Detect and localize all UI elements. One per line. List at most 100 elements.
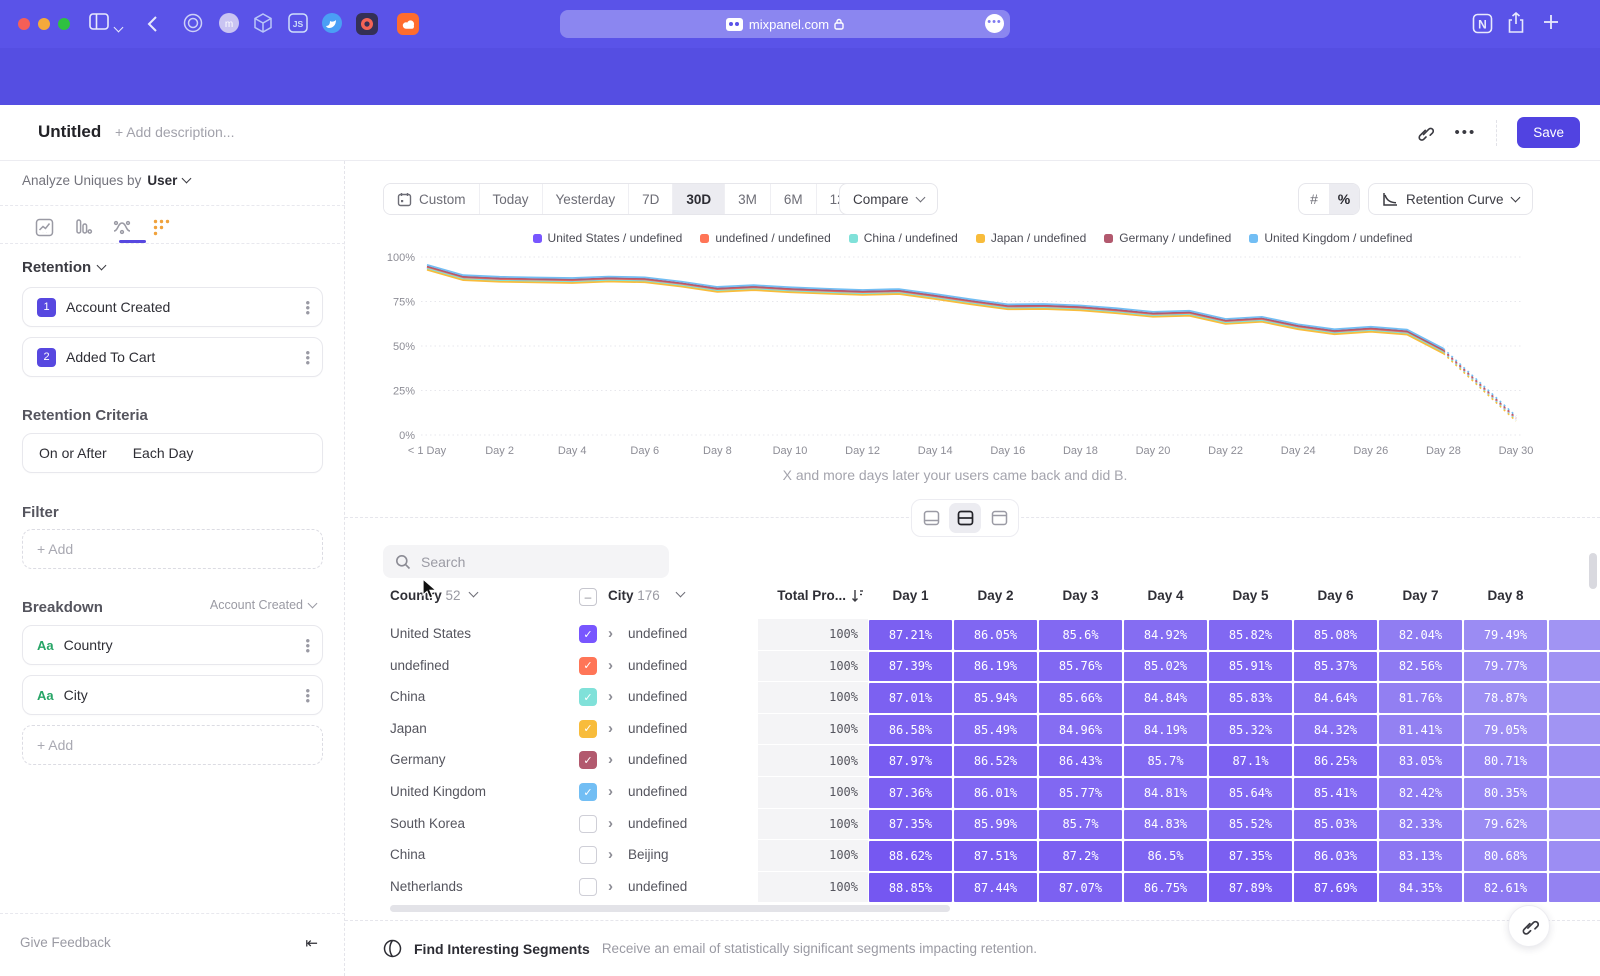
- chart-type-selector[interactable]: Retention Curve: [1368, 183, 1533, 215]
- breakdown-scope-control[interactable]: Account Created: [210, 598, 316, 612]
- vertical-scrollbar[interactable]: [1589, 553, 1597, 589]
- day-column-header[interactable]: Day 8: [1464, 588, 1547, 603]
- retention-cell[interactable]: 84.32%: [1294, 715, 1377, 745]
- split-view-toggle[interactable]: [949, 503, 981, 533]
- day-column-header[interactable]: Day 6: [1294, 588, 1377, 603]
- retention-cell[interactable]: 85.94%: [954, 683, 1037, 713]
- city-cell[interactable]: undefined: [628, 816, 687, 831]
- retention-cell[interactable]: 85.6%: [1039, 620, 1122, 650]
- retention-cell[interactable]: 81.41%: [1379, 715, 1462, 745]
- format-percent-option[interactable]: %: [1329, 184, 1359, 214]
- retention-cell[interactable]: 80.68%: [1464, 841, 1547, 871]
- city-cell[interactable]: undefined: [628, 721, 687, 736]
- tab-flows[interactable]: [108, 213, 136, 241]
- step-options-icon[interactable]: •••: [305, 350, 310, 365]
- retention-cell[interactable]: 82.61%: [1464, 873, 1547, 903]
- cube-extension-icon[interactable]: [252, 12, 274, 34]
- retention-cell[interactable]: 84.84%: [1124, 683, 1207, 713]
- expand-row-icon[interactable]: ›: [608, 688, 613, 705]
- retention-cell[interactable]: 86.01%: [954, 778, 1037, 808]
- retention-cell[interactable]: 88.85%: [869, 873, 952, 903]
- country-cell[interactable]: South Korea: [390, 816, 465, 831]
- retention-cell[interactable]: 85.37%: [1294, 652, 1377, 682]
- range-30d[interactable]: 30D: [673, 184, 725, 214]
- format-count-option[interactable]: #: [1299, 184, 1329, 214]
- city-cell[interactable]: undefined: [628, 689, 687, 704]
- chevron-down-icon[interactable]: [469, 588, 479, 598]
- js-badge-extension-icon[interactable]: JS: [287, 12, 309, 34]
- retention-cell[interactable]: 84.19%: [1124, 715, 1207, 745]
- range-yesterday[interactable]: Yesterday: [543, 184, 630, 214]
- city-cell[interactable]: undefined: [628, 752, 687, 767]
- step-options-icon[interactable]: •••: [305, 300, 310, 315]
- retention-cell[interactable]: 85.7%: [1124, 746, 1207, 776]
- retention-cell[interactable]: 88.62%: [869, 841, 952, 871]
- retention-cell[interactable]: 87.21%: [869, 620, 952, 650]
- retention-cell[interactable]: 86.75%: [1124, 873, 1207, 903]
- breakdown-options-icon[interactable]: •••: [305, 688, 310, 703]
- tab-funnels[interactable]: [69, 213, 97, 241]
- retention-cell[interactable]: 85.03%: [1294, 810, 1377, 840]
- city-cell[interactable]: undefined: [628, 784, 687, 799]
- day-column-header[interactable]: Day 4: [1124, 588, 1207, 603]
- chevron-down-icon[interactable]: [676, 588, 686, 598]
- range-today[interactable]: Today: [480, 184, 543, 214]
- url-bar[interactable]: mixpanel.com •••: [560, 10, 1010, 38]
- select-all-checkbox[interactable]: –: [579, 588, 597, 606]
- city-cell[interactable]: undefined: [628, 879, 687, 894]
- city-column-header[interactable]: City 176: [608, 588, 660, 603]
- row-checkbox[interactable]: ✓: [579, 783, 597, 801]
- retention-cell[interactable]: 84.96%: [1039, 715, 1122, 745]
- row-checkbox[interactable]: ✓: [579, 720, 597, 738]
- expand-row-icon[interactable]: ›: [608, 783, 613, 800]
- legend-item[interactable]: China / undefined: [849, 231, 958, 245]
- day-column-header[interactable]: Day 1: [869, 588, 952, 603]
- bird-extension-icon[interactable]: [321, 12, 343, 34]
- retention-cell[interactable]: 82.33%: [1379, 810, 1462, 840]
- retention-cell[interactable]: 85.82%: [1209, 620, 1292, 650]
- copy-link-icon[interactable]: [1416, 124, 1434, 142]
- more-options-icon[interactable]: •••: [1454, 124, 1476, 141]
- legend-item[interactable]: Japan / undefined: [976, 231, 1086, 245]
- tab-retention[interactable]: [147, 213, 175, 241]
- retention-cell[interactable]: 85.91%: [1209, 652, 1292, 682]
- row-checkbox[interactable]: [579, 846, 597, 864]
- retention-cell[interactable]: 86.25%: [1294, 746, 1377, 776]
- row-checkbox[interactable]: [579, 815, 597, 833]
- retention-cell[interactable]: 79.77%: [1464, 652, 1547, 682]
- retention-cell[interactable]: 79.62%: [1464, 810, 1547, 840]
- table-view-toggle[interactable]: [983, 503, 1015, 533]
- row-checkbox[interactable]: [579, 878, 597, 896]
- row-checkbox[interactable]: ✓: [579, 688, 597, 706]
- country-cell[interactable]: United States: [390, 626, 471, 641]
- share-link-button[interactable]: [1508, 905, 1550, 947]
- expand-row-icon[interactable]: ›: [608, 878, 613, 895]
- retention-cell[interactable]: 84.64%: [1294, 683, 1377, 713]
- table-search-input[interactable]: Search: [383, 545, 669, 578]
- password-manager-extension-icon[interactable]: [355, 12, 379, 36]
- retention-cell[interactable]: 85.32%: [1209, 715, 1292, 745]
- country-cell[interactable]: China: [390, 689, 425, 704]
- soundcloud-extension-icon[interactable]: [396, 12, 420, 36]
- maximize-window-button[interactable]: [58, 18, 70, 30]
- minimize-window-button[interactable]: [38, 18, 50, 30]
- legend-item[interactable]: Germany / undefined: [1104, 231, 1231, 245]
- retention-cell[interactable]: 83.05%: [1379, 746, 1462, 776]
- retention-cell[interactable]: 84.92%: [1124, 620, 1207, 650]
- add-filter-button[interactable]: + Add: [22, 529, 323, 569]
- expand-row-icon[interactable]: ›: [608, 846, 613, 863]
- row-checkbox[interactable]: ✓: [579, 751, 597, 769]
- retention-cell[interactable]: 78.87%: [1464, 683, 1547, 713]
- save-button[interactable]: Save: [1517, 117, 1580, 148]
- city-cell[interactable]: undefined: [628, 626, 687, 641]
- legend-item[interactable]: United States / undefined: [533, 231, 683, 245]
- retention-cell[interactable]: 87.44%: [954, 873, 1037, 903]
- country-cell[interactable]: undefined: [390, 658, 449, 673]
- target-extension-icon[interactable]: [182, 12, 204, 34]
- url-options-icon[interactable]: •••: [985, 14, 1004, 33]
- expand-row-icon[interactable]: ›: [608, 815, 613, 832]
- retention-cell[interactable]: 85.99%: [954, 810, 1037, 840]
- tab-insights[interactable]: [30, 213, 58, 241]
- analyze-value[interactable]: User: [147, 173, 177, 188]
- add-breakdown-button[interactable]: + Add: [22, 725, 323, 765]
